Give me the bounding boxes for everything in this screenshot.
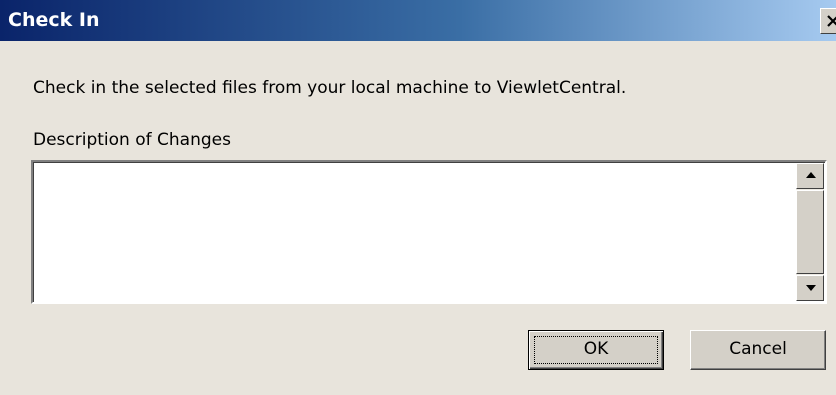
title-bar[interactable]: Check In [0,0,836,41]
description-label: Description of Changes [33,130,231,150]
cancel-button[interactable]: Cancel [690,330,826,370]
scroll-down-button[interactable] [796,275,824,301]
instruction-text: Check in the selected files from your lo… [33,78,627,98]
scroll-up-button[interactable] [796,163,824,189]
close-button[interactable] [820,8,836,34]
arrow-up-icon [806,172,816,178]
cancel-button-label: Cancel [729,339,787,359]
ok-button[interactable]: OK [528,330,664,370]
description-field-frame [31,160,827,304]
vertical-scrollbar[interactable] [796,163,824,301]
close-icon [827,15,836,27]
check-in-dialog: Check In Check in the selected files fro… [0,0,836,395]
focus-ring [534,336,658,364]
arrow-down-icon [806,285,816,291]
window-title: Check In [8,9,100,31]
scroll-thumb[interactable] [796,190,824,274]
description-field[interactable] [35,164,795,300]
